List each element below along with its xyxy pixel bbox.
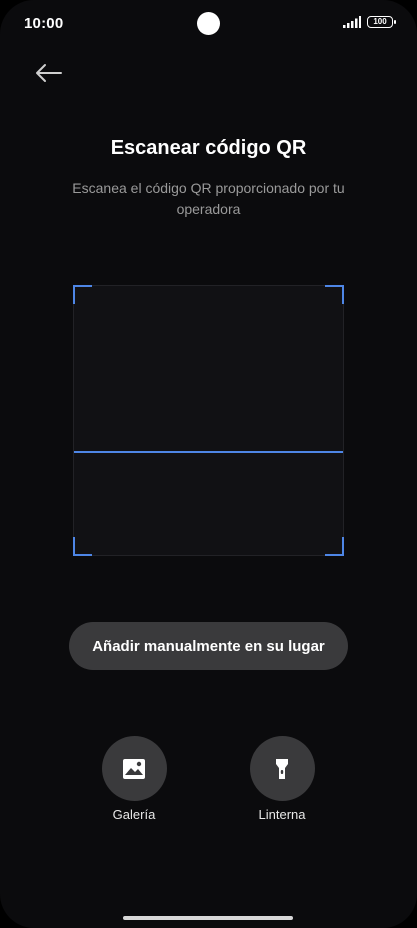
front-camera xyxy=(197,12,220,35)
battery-level: 100 xyxy=(373,17,387,26)
image-icon xyxy=(123,758,145,779)
phone-screen: 10:00 100 Escanear código QR Escanea el … xyxy=(0,0,417,928)
viewfinder-corner-top-left xyxy=(73,285,92,304)
back-button[interactable] xyxy=(30,58,66,88)
gallery-label: Galería xyxy=(112,807,156,822)
battery-icon: 100 xyxy=(367,16,396,28)
gallery-button-circle[interactable] xyxy=(101,736,167,801)
page-subtitle: Escanea el código QR proporcionado por t… xyxy=(72,180,345,217)
viewfinder-corner-bottom-right xyxy=(325,537,344,556)
scan-line xyxy=(74,451,343,453)
status-bar: 10:00 100 xyxy=(0,0,417,48)
home-indicator[interactable] xyxy=(123,916,293,920)
add-manually-button[interactable]: Añadir manualmente en su lugar xyxy=(69,622,348,670)
arrow-left-icon xyxy=(36,64,62,82)
page-title: Escanear código QR xyxy=(110,137,307,159)
signal-bars-icon xyxy=(343,16,361,28)
flashlight-icon xyxy=(276,758,288,779)
status-time: 10:00 xyxy=(24,15,64,32)
status-icons: 100 xyxy=(343,16,396,28)
viewfinder-corner-top-right xyxy=(325,285,344,304)
viewfinder-corner-bottom-left xyxy=(73,537,92,556)
gallery-button[interactable]: Galería xyxy=(94,736,174,822)
qr-scanner-viewfinder xyxy=(73,285,344,556)
flashlight-button[interactable]: Linterna xyxy=(242,736,322,822)
flashlight-label: Linterna xyxy=(258,807,306,822)
flashlight-button-circle[interactable] xyxy=(249,736,315,801)
